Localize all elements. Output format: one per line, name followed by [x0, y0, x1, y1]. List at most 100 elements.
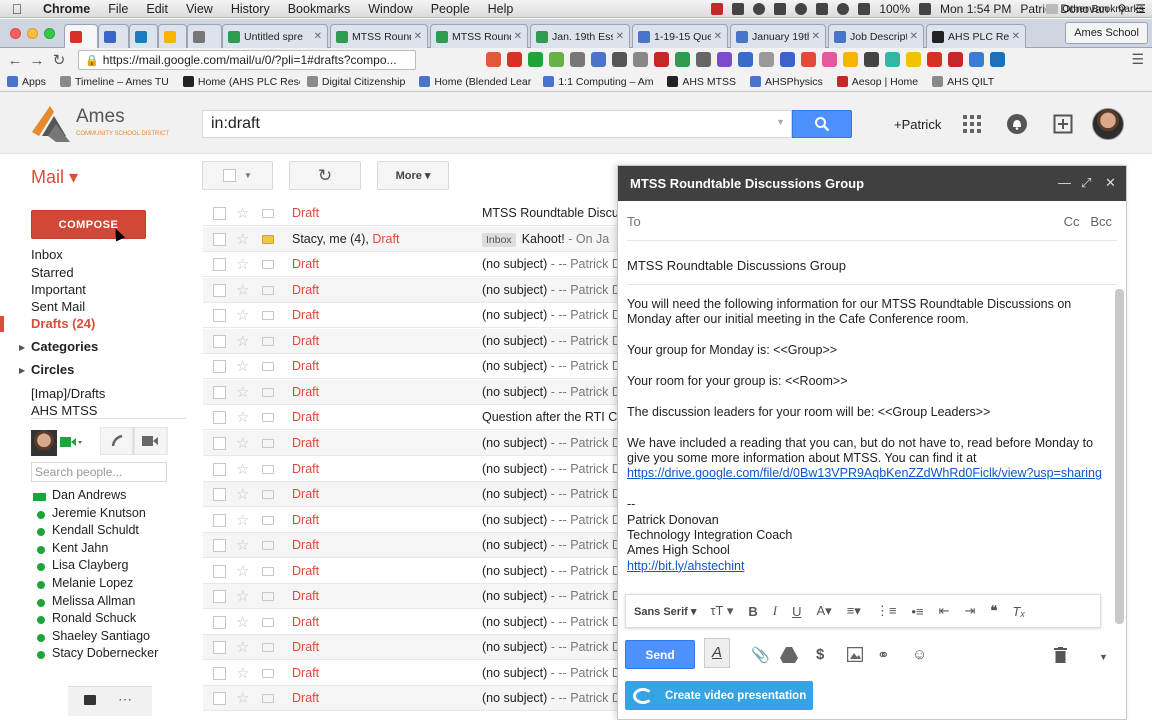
bulleted-list-icon[interactable]: •≡: [911, 604, 923, 619]
select-all-checkbox[interactable]: [223, 169, 237, 182]
apps-grid-icon[interactable]: [962, 114, 982, 134]
insert-money-icon[interactable]: $: [816, 646, 824, 663]
row-checkbox[interactable]: [213, 334, 226, 348]
browser-tab[interactable]: MTSS Roundt✕: [430, 24, 528, 48]
heart-extension-icon[interactable]: [927, 52, 942, 67]
search-button[interactable]: [792, 110, 852, 138]
row-checkbox[interactable]: [213, 692, 226, 706]
gear-extension-icon[interactable]: [759, 52, 774, 67]
ames-logo[interactable]: Ames COMMUNITY SCHOOL DISTRICT: [30, 102, 180, 144]
drive-icon[interactable]: [732, 3, 745, 15]
drive-extension-icon[interactable]: [528, 52, 543, 67]
star-icon[interactable]: ☆: [236, 460, 249, 478]
time-machine-icon[interactable]: [795, 3, 808, 15]
nav-circles[interactable]: Circles: [31, 362, 74, 377]
cc-link[interactable]: Cc: [1064, 214, 1080, 229]
window-minimize-button[interactable]: [27, 28, 38, 39]
browser-tab[interactable]: [98, 24, 129, 48]
importance-marker-icon[interactable]: [262, 464, 274, 474]
profile-badge[interactable]: Ames School: [1065, 22, 1148, 44]
more-button[interactable]: More ▾: [377, 161, 449, 190]
window-zoom-button[interactable]: [44, 28, 55, 39]
extension-icon[interactable]: [486, 52, 501, 67]
row-checkbox[interactable]: [213, 258, 226, 272]
nav-inbox[interactable]: Inbox: [31, 247, 63, 262]
contact-item[interactable]: Melanie Lopez: [52, 576, 133, 590]
star-icon[interactable]: ☆: [236, 281, 249, 299]
bookmark-item[interactable]: 1:1 Computing – Am: [536, 76, 660, 88]
message-row[interactable]: ☆ Draft (no subject) - -- Patrick D: [203, 252, 620, 278]
menu-people[interactable]: People: [422, 2, 479, 16]
message-row[interactable]: ☆ Draft (no subject) - -- Patrick D: [203, 533, 620, 559]
star-icon[interactable]: ☆: [236, 485, 249, 503]
wifi-icon[interactable]: [837, 3, 850, 15]
blue-extension-icon[interactable]: [969, 52, 984, 67]
importance-marker-icon[interactable]: [262, 260, 274, 270]
select-all-dropdown[interactable]: ▼: [202, 161, 273, 190]
message-row[interactable]: ☆ Draft (no subject) - -- Patrick D: [203, 686, 620, 712]
numbered-list-icon[interactable]: ⋮≡: [876, 603, 897, 619]
bluetooth-icon[interactable]: [816, 3, 829, 15]
pop-out-icon[interactable]: ⤢: [1081, 175, 1091, 191]
row-checkbox[interactable]: [213, 488, 226, 502]
volume-icon[interactable]: [858, 3, 871, 15]
bookmark-item[interactable]: Home (Blended Lear: [412, 76, 536, 88]
browser-tab[interactable]: [187, 24, 222, 48]
row-checkbox[interactable]: [213, 539, 226, 553]
browser-tab[interactable]: [158, 24, 187, 48]
row-checkbox[interactable]: [213, 360, 226, 374]
signature-link[interactable]: http://bit.ly/ahstechint: [627, 559, 744, 573]
star-icon[interactable]: ☆: [236, 689, 249, 707]
insert-emoji-icon[interactable]: ☺: [912, 646, 927, 663]
menu-clock[interactable]: Mon 1:54 PM: [940, 2, 1011, 16]
battery-level[interactable]: 100%: [879, 2, 910, 16]
window-close-button[interactable]: [10, 28, 21, 39]
tab-close-icon[interactable]: ✕: [314, 31, 322, 42]
attach-file-icon[interactable]: 📎: [751, 646, 770, 664]
font-size-icon[interactable]: τT ▾: [710, 603, 733, 619]
contact-item[interactable]: Melissa Allman: [52, 594, 135, 608]
bookmark-item[interactable]: AHS QILT: [925, 76, 1001, 88]
yellow-extension-icon[interactable]: [906, 52, 921, 67]
discard-draft-icon[interactable]: [1054, 647, 1067, 663]
bookmark-item[interactable]: Aesop | Home: [830, 76, 925, 88]
airplay-icon[interactable]: [774, 3, 787, 15]
google-extension-icon[interactable]: [801, 52, 816, 67]
google-plus-profile-link[interactable]: +Patrick: [894, 117, 941, 132]
browser-tab[interactable]: AHS PLC Reso✕: [926, 24, 1026, 48]
font-family-select[interactable]: Sans Serif ▾: [634, 605, 696, 618]
message-body[interactable]: You will need the following information …: [627, 297, 1105, 574]
row-checkbox[interactable]: [213, 232, 226, 246]
notification-icon[interactable]: [753, 3, 766, 15]
chat-extension-icon[interactable]: [633, 52, 648, 67]
chat-self-avatar[interactable]: [31, 430, 57, 456]
bold-icon[interactable]: B: [748, 604, 757, 619]
browser-tab[interactable]: Untitled spre ✕: [222, 24, 328, 48]
star-icon[interactable]: ☆: [236, 434, 249, 452]
refresh-button[interactable]: ↻: [289, 161, 361, 190]
nav-sent-mail[interactable]: Sent Mail: [31, 299, 85, 314]
star-icon[interactable]: ☆: [236, 587, 249, 605]
tab-close-icon[interactable]: ✕: [514, 31, 522, 42]
browser-tab[interactable]: Job Descriptio✕: [828, 24, 924, 48]
row-checkbox[interactable]: [213, 590, 226, 604]
star-icon[interactable]: ☆: [236, 511, 249, 529]
importance-marker-icon[interactable]: [262, 490, 274, 500]
nav-imap-drafts[interactable]: [Imap]/Drafts: [31, 386, 105, 401]
tab-close-icon[interactable]: ✕: [414, 31, 422, 42]
contact-item[interactable]: Jeremie Knutson: [52, 506, 146, 520]
row-checkbox[interactable]: [213, 436, 226, 450]
row-checkbox[interactable]: [213, 385, 226, 399]
star-icon[interactable]: ☆: [236, 332, 249, 350]
menu-view[interactable]: View: [177, 2, 222, 16]
close-icon[interactable]: ✕: [1105, 175, 1116, 191]
bookmark-item[interactable]: Home (AHS PLC Reso: [176, 76, 300, 88]
nav-important[interactable]: Important: [31, 282, 86, 297]
send-button[interactable]: Send: [625, 640, 695, 669]
star-icon[interactable]: ☆: [236, 306, 249, 324]
star-icon[interactable]: ☆: [236, 408, 249, 426]
evernote-extension-icon[interactable]: [549, 52, 564, 67]
star-icon[interactable]: ☆: [236, 562, 249, 580]
reload-icon[interactable]: ↻: [48, 51, 70, 69]
back-icon[interactable]: ←: [4, 52, 26, 69]
